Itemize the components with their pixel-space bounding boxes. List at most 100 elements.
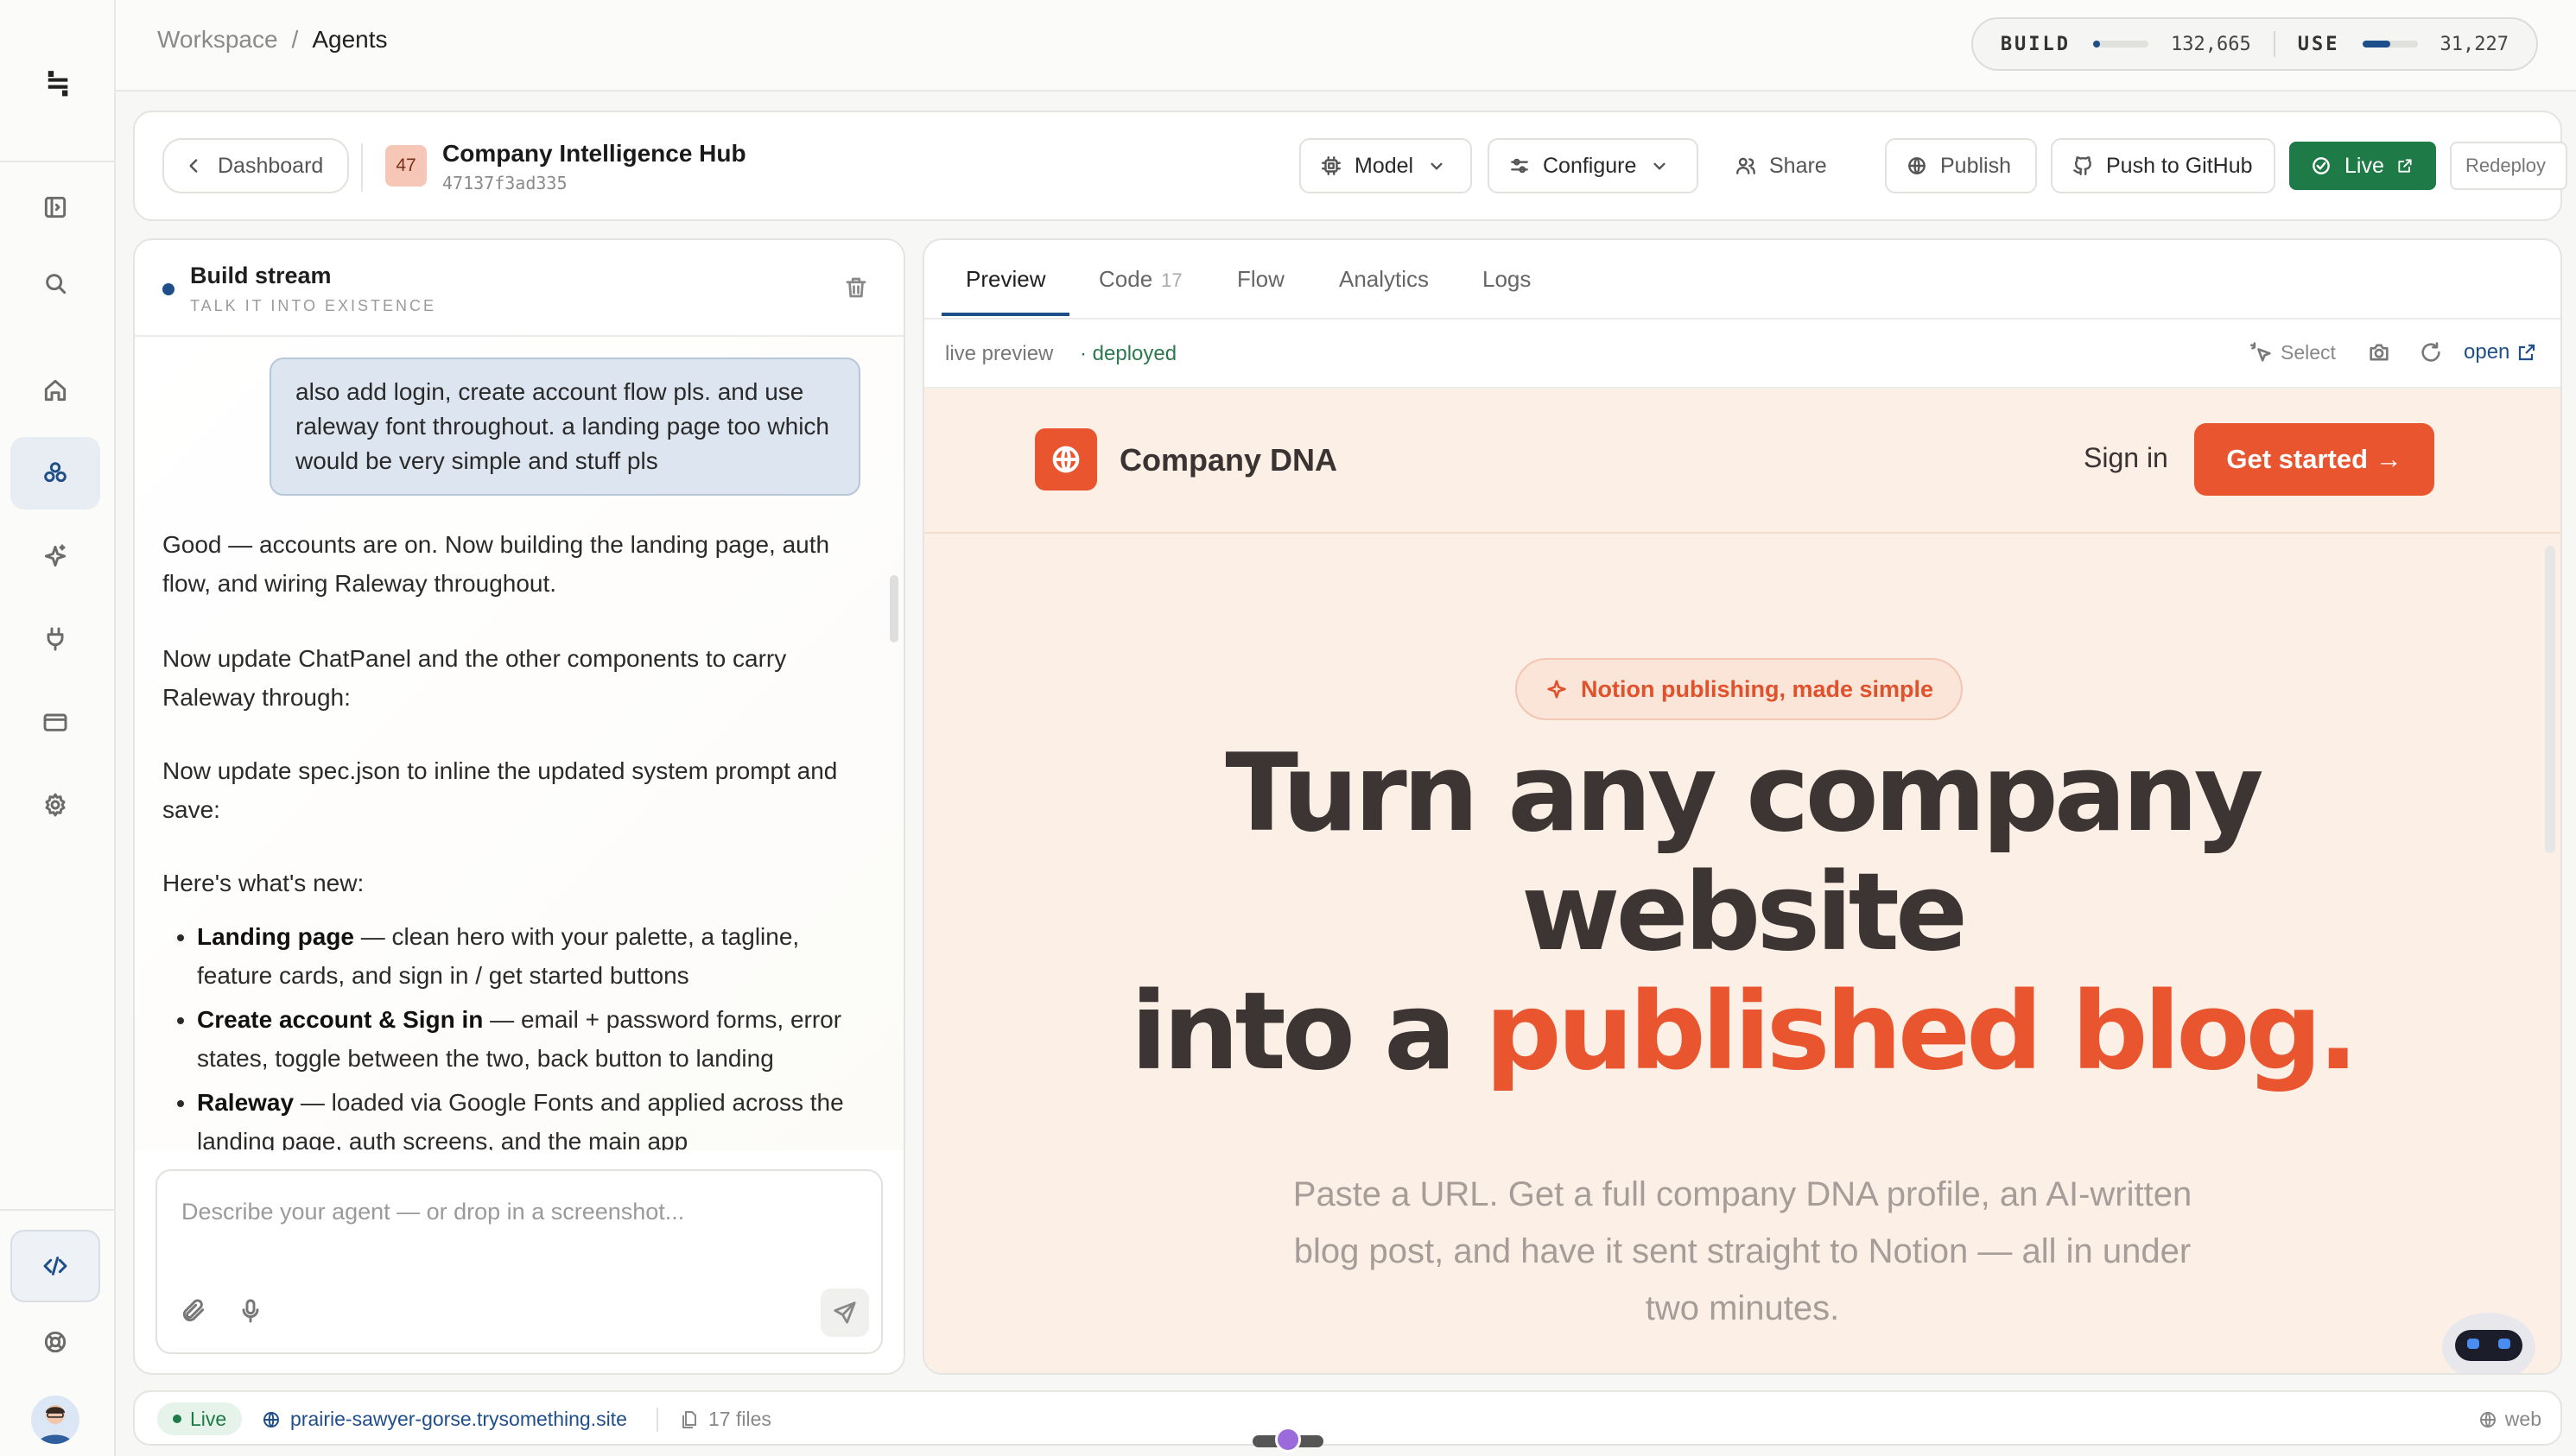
tab-flow[interactable]: Flow <box>1237 266 1285 293</box>
resize-handle-knob[interactable] <box>1275 1427 1301 1453</box>
globe-icon <box>2479 1411 2496 1428</box>
redeploy-button[interactable]: Redeploy <box>2450 142 2567 190</box>
usage-meters[interactable]: BUILD 132,665 USE 31,227 <box>1970 17 2538 71</box>
preview-tabs: Preview Code 17 Flow Analytics Logs <box>924 240 2560 320</box>
project-title: Company Intelligence Hub <box>442 140 746 167</box>
attach-button[interactable] <box>180 1297 211 1328</box>
help-button[interactable] <box>10 1306 100 1378</box>
home-icon <box>44 379 67 402</box>
push-github-button[interactable]: Push to GitHub <box>2051 138 2275 193</box>
top-bar: Workspace / Agents BUILD 132,665 USE 31,… <box>116 0 2576 92</box>
dashboard-back-button[interactable]: Dashboard <box>162 138 349 193</box>
configure-label: Configure <box>1543 153 1637 178</box>
share-label: Share <box>1769 153 1827 178</box>
tab-code[interactable]: Code 17 <box>1099 266 1183 293</box>
sidebar-divider <box>0 161 114 162</box>
cursor-sparkle-icon <box>2250 342 2271 362</box>
deployed-status: · deployed <box>1080 342 1177 365</box>
code-view-button[interactable] <box>10 1230 100 1302</box>
agents-button[interactable] <box>10 437 100 510</box>
tab-code-label: Code <box>1099 266 1153 292</box>
site-brand[interactable]: Company DNA <box>1120 442 1337 478</box>
select-label: Select <box>2281 340 2336 364</box>
use-meter-value: 31,227 <box>2440 33 2509 55</box>
live-dot <box>173 1415 181 1423</box>
preview-scrollbar[interactable] <box>2545 546 2555 853</box>
site-navbar: Company DNA Sign in Get started → <box>924 389 2560 534</box>
tab-analytics[interactable]: Analytics <box>1339 266 1429 293</box>
hero-accent-text: published blog. <box>1485 970 2358 1094</box>
share-button[interactable]: Share <box>1714 138 1869 193</box>
breadcrumb-separator: / <box>291 26 299 53</box>
avatar[interactable] <box>31 1396 79 1444</box>
assistant-message: Good — accounts are on. Now building the… <box>162 531 830 597</box>
check-circle-icon <box>2313 157 2330 174</box>
project-header: Dashboard 47 Company Intelligence Hub 47… <box>133 111 2567 221</box>
message-list[interactable]: also add login, create account flow pls.… <box>135 337 904 1150</box>
use-meter-label: USE <box>2297 33 2340 55</box>
site-tagline-pill: Notion publishing, made simple <box>1515 658 1964 720</box>
status-footer: Live prairie-sawyer-gorse.trysomething.s… <box>133 1390 2562 1446</box>
model-dropdown[interactable]: Model <box>1299 138 1472 193</box>
select-element-button[interactable]: Select <box>2249 340 2336 364</box>
robot-assistant-icon[interactable] <box>2438 1304 2540 1373</box>
globe-icon <box>1908 157 1926 174</box>
dashboard-back-label: Dashboard <box>218 153 324 178</box>
deployment-url-link[interactable]: prairie-sawyer-gorse.trysomething.site <box>261 1408 627 1431</box>
site-hero-heading: Turn any company website into a publishe… <box>924 734 2560 1092</box>
sidebar: ≒ <box>0 0 116 1456</box>
users-icon <box>1736 157 1755 174</box>
tab-logs[interactable]: Logs <box>1482 266 1531 293</box>
sparkle-button[interactable] <box>10 520 100 592</box>
file-count[interactable]: 17 files <box>679 1408 771 1431</box>
external-link-icon <box>2519 344 2535 361</box>
microphone-button[interactable] <box>237 1297 268 1328</box>
paperclip-icon <box>182 1299 205 1322</box>
chat-subtitle: TALK IT INTO EXISTENCE <box>190 297 437 314</box>
breadcrumb-workspace[interactable]: Workspace <box>157 26 278 54</box>
screenshot-button[interactable] <box>2367 340 2393 366</box>
chat-scrollbar[interactable] <box>890 575 898 643</box>
external-link-icon <box>2398 159 2412 173</box>
chat-composer[interactable]: Describe your agent — or drop in a scree… <box>155 1169 883 1354</box>
list-item: Create account & Sign in — email + passw… <box>197 1000 871 1078</box>
build-meter-value: 132,665 <box>2171 33 2251 55</box>
plug-icon <box>47 627 64 651</box>
logo-icon[interactable]: ≒ <box>36 66 79 101</box>
chat-header: Build stream TALK IT INTO EXISTENCE <box>135 240 904 337</box>
home-button[interactable] <box>10 354 100 427</box>
sidebar-divider <box>0 1209 114 1211</box>
open-label: open <box>2464 340 2510 364</box>
active-tab-indicator <box>942 313 1069 316</box>
clear-chat-button[interactable] <box>843 275 871 302</box>
hero-line: Turn any company <box>1225 731 2263 856</box>
hero-line: website <box>1520 851 1968 975</box>
meter-divider <box>2273 31 2275 57</box>
site-sign-in-link[interactable]: Sign in <box>2084 442 2168 474</box>
preview-panel: Preview Code 17 Flow Analytics Logs live … <box>923 238 2562 1375</box>
model-label: Model <box>1355 153 1414 178</box>
list-item-text: — loaded via Google Fonts and applied ac… <box>197 1089 844 1150</box>
site-preview: Company DNA Sign in Get started → Notion… <box>924 389 2560 1373</box>
user-message: also add login, create account flow pls.… <box>270 358 860 496</box>
list-item-title: Create account & Sign in <box>197 1006 484 1033</box>
send-button[interactable] <box>821 1288 869 1337</box>
chat-panel: Build stream TALK IT INTO EXISTENCE also… <box>133 238 905 1375</box>
configure-dropdown[interactable]: Configure <box>1488 138 1698 193</box>
open-preview-link[interactable]: open <box>2464 340 2537 364</box>
integrations-button[interactable] <box>10 603 100 675</box>
site-get-started-button[interactable]: Get started → <box>2194 423 2434 496</box>
build-meter-label: BUILD <box>2000 33 2072 55</box>
sliders-icon <box>1511 158 1528 174</box>
live-button[interactable]: Live <box>2289 142 2436 190</box>
panel-toggle-button[interactable] <box>10 171 100 244</box>
refresh-button[interactable] <box>2419 340 2445 366</box>
tab-preview[interactable]: Preview <box>966 266 1045 293</box>
site-tagline-text: Notion publishing, made simple <box>1581 675 1934 702</box>
settings-button[interactable] <box>10 769 100 841</box>
globe-icon <box>263 1411 279 1428</box>
search-button[interactable] <box>10 247 100 320</box>
billing-button[interactable] <box>10 686 100 758</box>
chevron-down-icon <box>1653 162 1666 170</box>
publish-button[interactable]: Publish <box>1885 138 2037 193</box>
